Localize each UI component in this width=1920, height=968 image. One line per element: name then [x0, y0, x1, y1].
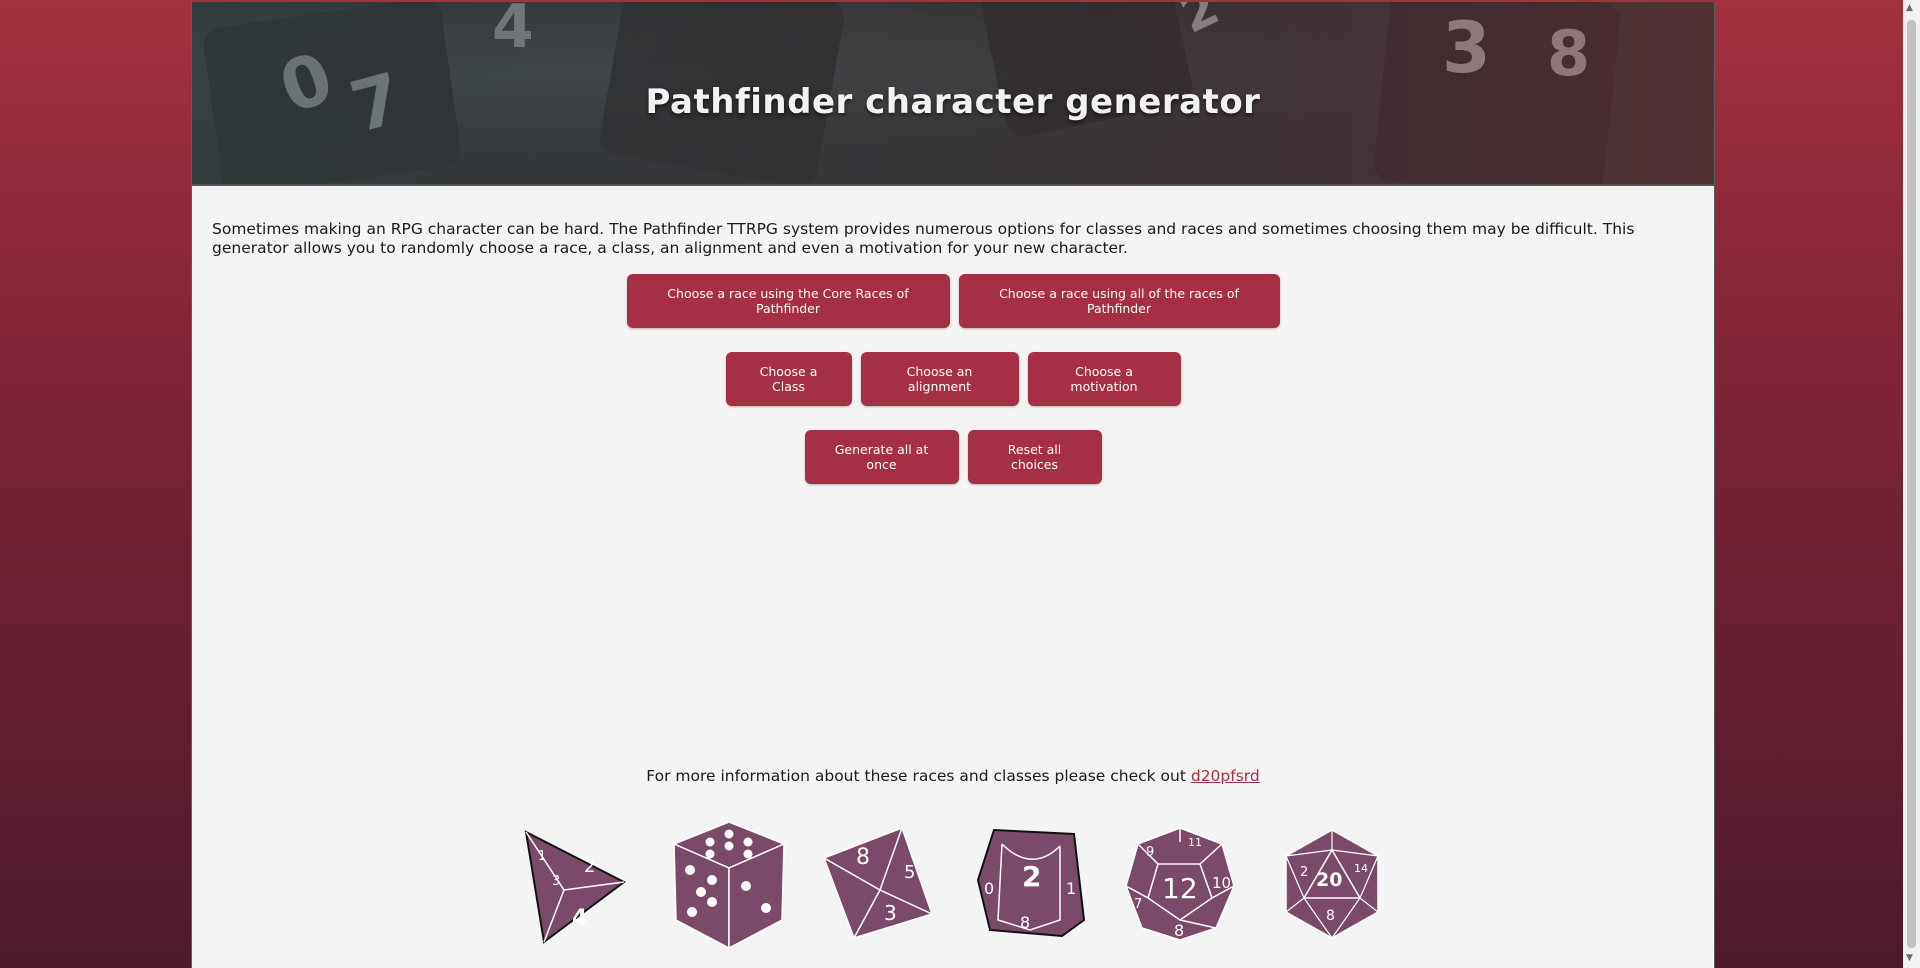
d10-face-1: 2 [1022, 860, 1041, 893]
d20-icon: 20 2 14 8 [1285, 829, 1379, 939]
d20-face-1: 20 [1316, 869, 1342, 891]
choice-button-row: Choose a Class Choose an alignment Choos… [192, 352, 1714, 406]
d12-face-4: 10 [1212, 874, 1231, 892]
d4-face-2: 2 [584, 856, 595, 877]
core-races-button[interactable]: Choose a race using the Core Races of Pa… [626, 274, 950, 328]
intro-text: Sometimes making an RPG character can be… [212, 219, 1635, 257]
d12-face-2: 9 [1146, 845, 1154, 860]
more-info: For more information about these races a… [192, 767, 1714, 785]
d10-icon: 2 1 0 8 [976, 828, 1086, 938]
action-button-row: Generate all at once Reset all choices [192, 430, 1714, 484]
d12-face-1: 12 [1162, 872, 1198, 905]
page-container: 0 7 4 2 3 8 Pathfinder character generat… [191, 2, 1715, 968]
more-info-text: For more information about these races a… [646, 767, 1191, 785]
reset-button[interactable]: Reset all choices [967, 430, 1102, 484]
race-button-row: Choose a race using the Core Races of Pa… [192, 274, 1714, 328]
d12-face-5: 7 [1134, 897, 1142, 912]
scroll-up-icon[interactable]: ▲ [1906, 3, 1913, 13]
d12-icon: 12 9 11 10 7 8 [1125, 827, 1235, 941]
choose-motivation-button[interactable]: Choose a motivation [1027, 352, 1181, 406]
d8-icon: 8 5 3 [823, 827, 933, 939]
d10-face-4: 8 [1020, 913, 1030, 932]
d8-face-1: 8 [856, 845, 870, 870]
d10-face-2: 1 [1066, 879, 1076, 898]
d6-icon [672, 821, 786, 950]
d10-face-3: 0 [984, 879, 994, 898]
d4-icon: 1 2 3 4 [524, 830, 626, 944]
header-banner: 0 7 4 2 3 8 Pathfinder character generat… [192, 2, 1714, 186]
d8-face-2: 5 [904, 862, 915, 883]
d20-face-2: 2 [1300, 865, 1308, 880]
choose-class-button[interactable]: Choose a Class [725, 352, 852, 406]
page-title: Pathfinder character generator [645, 82, 1261, 122]
d12-face-6: 8 [1174, 921, 1184, 940]
all-races-button[interactable]: Choose a race using all of the races of … [958, 274, 1280, 328]
vertical-scrollbar[interactable]: ▲ ▼ [1903, 0, 1920, 968]
scrollbar-thumb[interactable] [1907, 20, 1916, 948]
d12-face-3: 11 [1188, 836, 1202, 849]
generate-all-button[interactable]: Generate all at once [804, 430, 959, 484]
d20-face-4: 8 [1326, 908, 1335, 924]
scroll-down-icon[interactable]: ▼ [1906, 953, 1913, 963]
d4-face-4: 4 [572, 906, 587, 931]
d20-face-3: 14 [1354, 862, 1368, 875]
d4-face-1: 1 [538, 849, 546, 864]
d8-face-3: 3 [884, 901, 897, 925]
d20pfsrd-link[interactable]: d20pfsrd [1191, 767, 1260, 785]
choose-alignment-button[interactable]: Choose an alignment [860, 352, 1019, 406]
d4-face-3: 3 [552, 874, 560, 889]
dice-illustrations: 1 2 3 4 8 5 3 2 1 0 8 12 9 11 10 7 8 20 … [192, 820, 1714, 950]
